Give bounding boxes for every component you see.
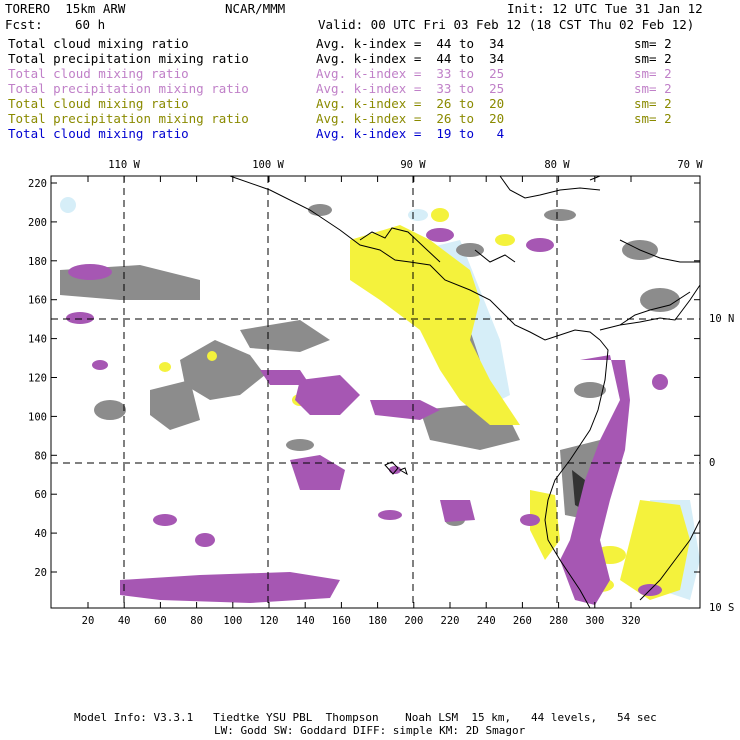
mixing-ratio-fields (60, 197, 700, 605)
x-tick-label: 20 (82, 615, 95, 627)
x-tick-label: 240 (477, 615, 496, 627)
x-tick-label: 160 (332, 615, 351, 627)
y-tick-label: 140 (28, 334, 47, 346)
x-tick-label: 280 (549, 615, 568, 627)
yellow-precip-area (431, 208, 449, 222)
x-tick-label: 300 (585, 615, 604, 627)
y-tick-label: 60 (34, 489, 47, 501)
gray-cloud-area (94, 400, 126, 420)
longitude-label: 70 W (677, 159, 703, 171)
yellow-precip-area (350, 225, 520, 425)
latitude-label: 0 (709, 457, 715, 469)
purple-cloud-area (66, 312, 94, 324)
purple-cloud-area (92, 360, 108, 370)
purple-cloud-area (426, 228, 454, 242)
gray-cloud-area (544, 209, 576, 221)
gray-cloud-area (286, 439, 314, 451)
y-tick-label: 40 (34, 528, 47, 540)
x-tick-label: 320 (622, 615, 641, 627)
x-tick-label: 200 (404, 615, 423, 627)
gray-cloud-area (640, 288, 680, 312)
longitude-label: 100 W (252, 159, 284, 171)
purple-cloud-area (526, 238, 554, 252)
purple-cloud-area (520, 514, 540, 526)
coastline-segment (499, 176, 601, 199)
x-tick-label: 40 (118, 615, 131, 627)
gray-cloud-area (308, 204, 332, 216)
longitude-label: 80 W (544, 159, 570, 171)
purple-cloud-area (68, 264, 112, 280)
y-tick-label: 200 (28, 217, 47, 229)
yellow-precip-area (495, 234, 515, 246)
purple-cloud-area (290, 455, 345, 490)
y-tick-label: 100 (28, 411, 47, 423)
purple-cloud-area (120, 572, 340, 603)
yellow-precip-area (159, 362, 171, 372)
x-tick-label: 180 (368, 615, 387, 627)
purple-cloud-area (652, 374, 668, 390)
longitude-label: 90 W (400, 159, 426, 171)
y-tick-label: 220 (28, 178, 47, 190)
physics-info: LW: Godd SW: Goddard DIFF: simple KM: 2D… (214, 724, 526, 737)
y-tick-label: 20 (34, 567, 47, 579)
purple-cloud-area (153, 514, 177, 526)
latitude-label: 10 N (709, 313, 734, 325)
y-tick-label: 180 (28, 256, 47, 268)
purple-cloud-area (440, 500, 475, 522)
gray-cloud-area (456, 243, 484, 257)
x-tick-label: 120 (260, 615, 279, 627)
gray-cloud-area (240, 320, 330, 352)
longitude-label: 110 W (108, 159, 140, 171)
x-tick-label: 260 (513, 615, 532, 627)
light-blue-area (60, 197, 76, 213)
x-tick-label: 140 (296, 615, 315, 627)
y-tick-label: 120 (28, 373, 47, 385)
purple-cloud-area (195, 533, 215, 547)
y-tick-label: 160 (28, 295, 47, 307)
purple-cloud-area (378, 510, 402, 520)
x-tick-label: 100 (223, 615, 242, 627)
coastline-segment (398, 467, 408, 476)
model-info: Model Info: V3.3.1 Tiedtke YSU PBL Thomp… (74, 711, 657, 724)
x-tick-label: 60 (154, 615, 167, 627)
map-plot: 20 40 60 80 100 120 140 160 180 200 220 240 260 280 30… (28, 159, 734, 627)
x-tick-label: 220 (441, 615, 460, 627)
yellow-precip-area (207, 351, 217, 361)
x-tick-label: 80 (190, 615, 203, 627)
light-blue-area (408, 209, 428, 221)
y-tick-label: 80 (34, 450, 47, 462)
latitude-label: 10 S (709, 602, 734, 614)
